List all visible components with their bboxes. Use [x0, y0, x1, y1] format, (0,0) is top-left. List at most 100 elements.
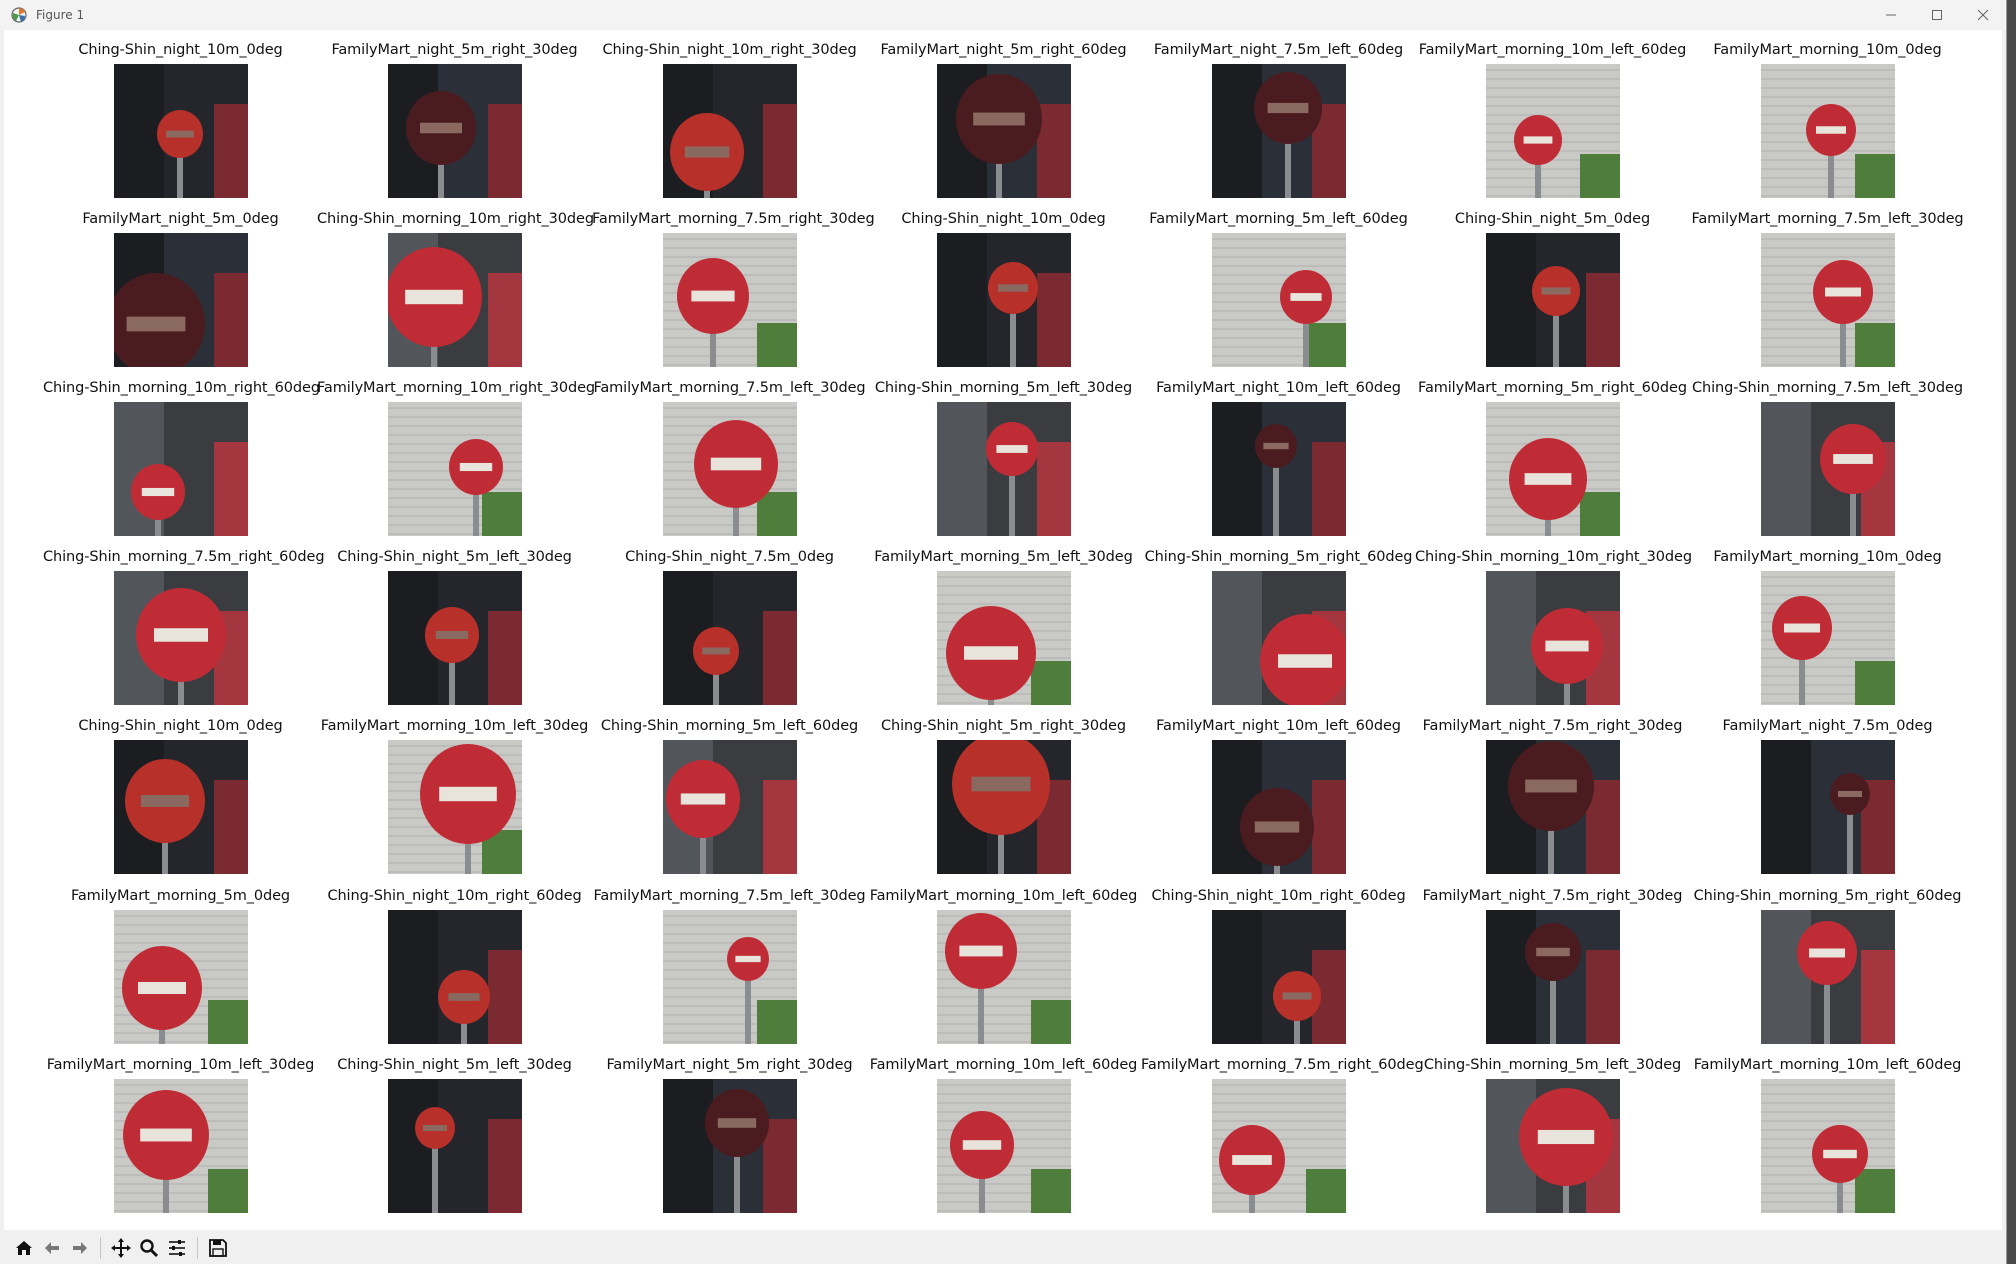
subplot-title: FamilyMart_night_7.5m_left_60deg [1153, 42, 1404, 58]
subplot-title: Ching-Shin_morning_7.5m_right_60deg [43, 549, 325, 565]
forward-arrow-icon [73, 1242, 87, 1254]
no-entry-sign-photo [387, 402, 522, 536]
subplot-cell: Ching-Shin_night_5m_0deg [1415, 199, 1690, 368]
no-entry-sign-photo [113, 740, 248, 874]
subplot-title: Ching-Shin_night_5m_0deg [1454, 211, 1651, 227]
figure-canvas[interactable]: Ching-Shin_night_10m_0deg FamilyMart_nigh… [4, 30, 2002, 1230]
no-entry-sign-photo [387, 910, 522, 1044]
subplot-cell: Ching-Shin_morning_5m_left_30deg [1415, 1045, 1690, 1214]
subplot-title: FamilyMart_morning_7.5m_left_30deg [593, 888, 866, 904]
no-entry-sign-photo [1760, 910, 1895, 1044]
zoom-button[interactable] [135, 1234, 163, 1262]
zoom-icon [140, 1239, 159, 1258]
subplot-title: FamilyMart_morning_10m_left_60deg [869, 888, 1138, 904]
save-button[interactable] [204, 1234, 232, 1262]
no-entry-sign-photo [662, 233, 797, 367]
subplot-cell: FamilyMart_morning_10m_left_30deg [43, 1045, 318, 1214]
subplot-cell: FamilyMart_morning_7.5m_left_30deg [592, 876, 867, 1045]
no-entry-sign-photo [1211, 571, 1346, 705]
subplot-cell: FamilyMart_night_5m_right_60deg [866, 30, 1141, 199]
toolbar-separator [197, 1237, 198, 1259]
no-entry-sign-photo [1760, 1079, 1895, 1213]
subplot-cell: Ching-Shin_morning_5m_left_30deg [866, 368, 1141, 537]
subplot-cell: FamilyMart_morning_5m_0deg [43, 876, 318, 1045]
subplot-cell: FamilyMart_night_7.5m_0deg [1690, 706, 1965, 875]
no-entry-sign-photo [1485, 740, 1620, 874]
no-entry-sign-photo [1485, 233, 1620, 367]
subplot-cell: FamilyMart_morning_10m_0deg [1690, 30, 1965, 199]
subplot-title: Ching-Shin_night_5m_right_30deg [881, 718, 1126, 734]
close-icon [1977, 9, 1989, 21]
subplot-title: FamilyMart_night_7.5m_0deg [1722, 718, 1933, 734]
no-entry-sign-photo [662, 1079, 797, 1213]
subplot-title: Ching-Shin_night_10m_0deg [901, 211, 1106, 227]
subplot-title: FamilyMart_morning_7.5m_right_30deg [592, 211, 875, 227]
no-entry-sign-photo [113, 910, 248, 1044]
no-entry-sign-photo [1485, 571, 1620, 705]
pan-icon [111, 1238, 131, 1258]
configure-subplots-button[interactable] [163, 1234, 191, 1262]
no-entry-sign-photo [1485, 402, 1620, 536]
no-entry-sign-photo [1211, 233, 1346, 367]
window-title: Figure 1 [36, 8, 85, 22]
toolbar-separator [100, 1237, 101, 1259]
no-entry-sign-photo [662, 64, 797, 198]
no-entry-sign-photo [387, 233, 522, 367]
configure-subplots-icon [169, 1240, 185, 1256]
subplot-cell: Ching-Shin_night_5m_right_30deg [866, 706, 1141, 875]
no-entry-sign-photo [662, 571, 797, 705]
no-entry-sign-photo [1760, 233, 1895, 367]
no-entry-sign-photo [1211, 740, 1346, 874]
subplot-title: FamilyMart_morning_5m_left_60deg [1149, 211, 1408, 227]
subplot-title: Ching-Shin_night_10m_right_60deg [327, 888, 582, 904]
subplot-title: Ching-Shin_morning_5m_left_30deg [1423, 1057, 1682, 1073]
forward-button[interactable] [66, 1234, 94, 1262]
title-bar[interactable]: Figure 1 [0, 0, 2006, 30]
pan-button[interactable] [107, 1234, 135, 1262]
subplot-title: FamilyMart_night_10m_left_60deg [1156, 380, 1401, 396]
subplot-title: FamilyMart_night_10m_left_60deg [1156, 718, 1401, 734]
no-entry-sign-photo [662, 740, 797, 874]
subplot-title: FamilyMart_morning_5m_left_30deg [874, 549, 1133, 565]
no-entry-sign-photo [936, 571, 1071, 705]
subplot-cell: FamilyMart_morning_10m_left_60deg [866, 1045, 1141, 1214]
subplot-cell: Ching-Shin_morning_10m_right_30deg [1415, 537, 1692, 706]
no-entry-sign-photo [936, 402, 1071, 536]
no-entry-sign-photo [113, 64, 248, 198]
no-entry-sign-photo [113, 571, 248, 705]
subplot-cell: FamilyMart_morning_7.5m_left_30deg [592, 368, 867, 537]
close-button[interactable] [1960, 0, 2006, 30]
subplot-cell: Ching-Shin_morning_7.5m_left_30deg [1690, 368, 1965, 537]
subplot-title: Ching-Shin_morning_7.5m_left_30deg [1692, 380, 1963, 396]
maximize-button[interactable] [1914, 0, 1960, 30]
subplot-title: Ching-Shin_morning_5m_right_60deg [1144, 549, 1413, 565]
subplot-title: Ching-Shin_morning_5m_right_60deg [1693, 888, 1962, 904]
back-button[interactable] [38, 1234, 66, 1262]
no-entry-sign-photo [1211, 1079, 1346, 1213]
subplot-title: FamilyMart_morning_10m_left_60deg [1418, 42, 1687, 58]
subplot-cell: Ching-Shin_night_10m_0deg [43, 30, 318, 199]
subplot-cell: FamilyMart_night_7.5m_right_30deg [1415, 876, 1690, 1045]
minimize-button[interactable] [1868, 0, 1914, 30]
subplot-cell: Ching-Shin_morning_5m_left_60deg [592, 706, 867, 875]
subplot-cell: FamilyMart_morning_7.5m_right_60deg [1141, 1045, 1424, 1214]
subplot-cell: Ching-Shin_night_5m_left_30deg [317, 537, 592, 706]
subplot-title: Ching-Shin_morning_10m_right_30deg [317, 211, 594, 227]
no-entry-sign-photo [113, 402, 248, 536]
subplot-cell: FamilyMart_night_7.5m_right_30deg [1415, 706, 1690, 875]
no-entry-sign-photo [1760, 571, 1895, 705]
subplot-title: FamilyMart_morning_10m_left_30deg [46, 1057, 315, 1073]
subplot-title: Ching-Shin_morning_10m_right_30deg [1415, 549, 1692, 565]
back-arrow-icon [45, 1242, 59, 1254]
figure-window: Figure 1 Ching-Shin_night_10m_0deg Family… [0, 0, 2007, 1264]
subplot-title: FamilyMart_morning_10m_left_30deg [320, 718, 589, 734]
subplot-title: FamilyMart_night_7.5m_right_30deg [1422, 888, 1683, 904]
subplot-title: FamilyMart_morning_7.5m_right_60deg [1141, 1057, 1424, 1073]
subplot-title: Ching-Shin_night_10m_0deg [78, 42, 283, 58]
subplot-cell: Ching-Shin_morning_5m_right_60deg [1141, 537, 1416, 706]
subplot-title: FamilyMart_night_5m_right_30deg [606, 1057, 853, 1073]
home-button[interactable] [10, 1234, 38, 1262]
minimize-icon [1886, 14, 1896, 16]
subplot-cell: FamilyMart_morning_10m_left_60deg [1415, 30, 1690, 199]
no-entry-sign-photo [936, 740, 1071, 874]
